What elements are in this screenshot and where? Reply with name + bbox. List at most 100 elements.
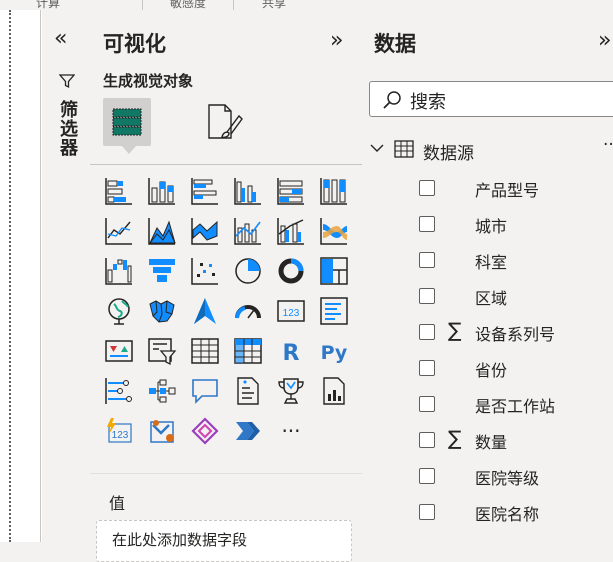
- field-name: 数量: [475, 433, 508, 452]
- field-checkbox[interactable]: [419, 468, 435, 484]
- line-chart-icon[interactable]: [104, 216, 134, 246]
- kpi-icon[interactable]: [104, 336, 134, 366]
- visual-type-gallery: 123 R Py 123 ···: [104, 176, 354, 466]
- field-checkbox[interactable]: [419, 504, 435, 520]
- 100-stacked-column-chart-icon[interactable]: [319, 176, 349, 206]
- azure-map-icon[interactable]: [190, 296, 220, 326]
- table-icon[interactable]: [190, 336, 220, 366]
- data-title: 数据: [374, 32, 416, 56]
- field-checkbox[interactable]: [419, 180, 435, 196]
- filled-map-icon[interactable]: [147, 296, 177, 326]
- power-apps-icon[interactable]: 123: [104, 416, 134, 446]
- smart-narrative-icon[interactable]: [233, 376, 263, 406]
- search-icon: [383, 91, 401, 109]
- treemap-icon[interactable]: [319, 256, 349, 286]
- field-row[interactable]: 区域: [416, 284, 606, 312]
- decomposition-tree-icon[interactable]: [147, 376, 177, 406]
- field-checkbox[interactable]: [419, 252, 435, 268]
- custom-visual-1-icon[interactable]: [190, 416, 220, 446]
- line-and-column-chart-icon[interactable]: [233, 216, 263, 246]
- build-visual-icon: [112, 108, 142, 136]
- field-row[interactable]: 医院名称: [416, 500, 606, 528]
- clustered-column-chart-icon[interactable]: [233, 176, 263, 206]
- funnel-icon: [59, 74, 75, 89]
- gauge-icon[interactable]: [233, 296, 263, 326]
- visualizations-title: 可视化: [103, 32, 166, 56]
- data-collapse-button[interactable]: »: [598, 30, 611, 52]
- 100-stacked-bar-chart-icon[interactable]: [276, 176, 306, 206]
- visualizations-collapse-button[interactable]: »: [330, 30, 343, 52]
- format-paintbrush-icon: [208, 104, 243, 139]
- viz-section-divider: [90, 473, 362, 474]
- field-name: 省份: [475, 361, 508, 380]
- sigma-icon: ∑: [448, 318, 462, 342]
- field-checkbox[interactable]: [419, 216, 435, 232]
- card-icon[interactable]: 123: [276, 296, 306, 326]
- data-pane: 数据 » 搜索 数据源 ··· 产品型号 城市 科室 区域 ∑设备系列号 省份 …: [362, 10, 613, 542]
- field-name: 是否工作站: [475, 397, 556, 416]
- filters-title[interactable]: 筛选器: [54, 100, 80, 157]
- stacked-area-chart-icon[interactable]: [190, 216, 220, 246]
- visualizations-pane: 可视化 » 生成视觉对象 123 R Py 123 ··· 值 在此处添加数据字…: [90, 10, 363, 562]
- stacked-column-chart-icon[interactable]: [147, 176, 177, 206]
- pie-chart-icon[interactable]: [233, 256, 263, 286]
- build-visual-label: 生成视觉对象: [103, 72, 194, 90]
- field-name: 科室: [475, 253, 508, 272]
- python-visual-icon[interactable]: Py: [319, 336, 349, 366]
- qa-icon[interactable]: [190, 376, 220, 406]
- field-name: 产品型号: [475, 181, 540, 200]
- r-visual-icon[interactable]: R: [276, 336, 306, 366]
- multi-row-card-icon[interactable]: [319, 296, 349, 326]
- stacked-bar-chart-icon[interactable]: [104, 176, 134, 206]
- canvas-divider: [40, 10, 41, 542]
- field-row[interactable]: 科室: [416, 248, 606, 276]
- field-checkbox[interactable]: [419, 432, 435, 448]
- field-checkbox[interactable]: [419, 288, 435, 304]
- r-visual-text: R: [283, 341, 300, 366]
- map-icon[interactable]: [104, 296, 134, 326]
- field-row[interactable]: 医院等级: [416, 464, 606, 492]
- key-influencers-icon[interactable]: [104, 376, 134, 406]
- field-checkbox[interactable]: [419, 360, 435, 376]
- paginated-report-icon[interactable]: [319, 376, 349, 406]
- area-chart-icon[interactable]: [147, 216, 177, 246]
- ribbon-chart-icon[interactable]: [319, 216, 349, 246]
- power-apps-text: 123: [112, 430, 129, 441]
- more-visuals-icon[interactable]: ···: [276, 420, 306, 450]
- field-row[interactable]: ∑ 设备系列号: [416, 318, 606, 348]
- python-visual-text: Py: [321, 342, 348, 364]
- field-row[interactable]: 城市: [416, 212, 606, 240]
- search-input[interactable]: 搜索: [369, 81, 613, 117]
- field-checkbox[interactable]: [419, 396, 435, 412]
- selected-tab-indicator: [122, 146, 136, 154]
- clustered-bar-chart-icon[interactable]: [190, 176, 220, 206]
- add-field-placeholder: 在此处添加数据字段: [112, 531, 248, 549]
- slicer-icon[interactable]: [147, 336, 177, 366]
- field-row[interactable]: ∑ 数量: [416, 426, 606, 456]
- field-row[interactable]: 产品型号: [416, 176, 606, 204]
- values-drop-zone[interactable]: 在此处添加数据字段: [96, 520, 352, 562]
- format-visual-tab[interactable]: [205, 102, 245, 142]
- field-name: 城市: [475, 217, 508, 236]
- matrix-icon[interactable]: [233, 336, 263, 366]
- field-row[interactable]: 是否工作站: [416, 392, 606, 420]
- table-name: 数据源: [423, 144, 474, 164]
- filters-expand-button[interactable]: «: [54, 28, 67, 50]
- chevron-down-icon[interactable]: [370, 143, 384, 153]
- line-clustered-column-chart-icon[interactable]: [276, 216, 306, 246]
- metrics-icon[interactable]: [276, 376, 306, 406]
- power-automate-icon[interactable]: [147, 416, 177, 446]
- donut-chart-icon[interactable]: [276, 256, 306, 286]
- ribbon-divider: [142, 0, 143, 10]
- field-checkbox[interactable]: [419, 324, 435, 340]
- funnel-chart-icon[interactable]: [147, 256, 177, 286]
- card-value-text: 123: [283, 308, 300, 319]
- custom-visual-2-icon[interactable]: [233, 416, 263, 446]
- build-visual-tab[interactable]: [103, 98, 151, 154]
- ribbon-divider: [233, 0, 234, 10]
- scatter-chart-icon[interactable]: [190, 256, 220, 286]
- field-name: 医院名称: [475, 505, 540, 524]
- field-row[interactable]: 省份: [416, 356, 606, 384]
- waterfall-chart-icon[interactable]: [104, 256, 134, 286]
- table-more-options[interactable]: ···: [603, 135, 613, 155]
